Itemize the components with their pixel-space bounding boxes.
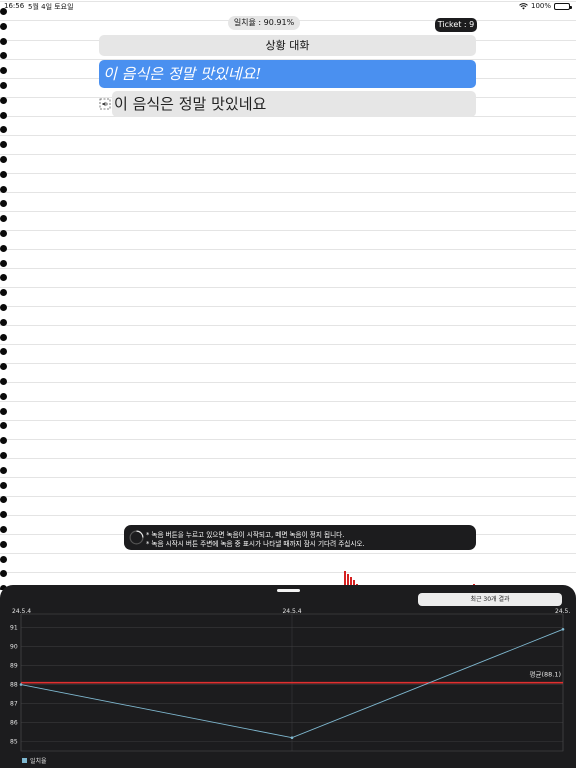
status-date: 5월 4일 토요일: [28, 3, 74, 11]
topic-title: 상황 대화: [99, 35, 476, 56]
binder-hole: [0, 200, 7, 208]
y-tick-label: 90: [10, 644, 18, 651]
status-time: 16:56: [4, 2, 25, 10]
binder-hole: [0, 437, 7, 445]
binder-hole: [0, 126, 7, 134]
data-point: [290, 736, 294, 740]
y-tick-label: 91: [10, 625, 18, 632]
status-bar: 16:56 5월 4일 토요일 100%: [0, 0, 576, 12]
binder-hole: [0, 52, 7, 60]
y-tick-label: 87: [10, 701, 18, 708]
speaker-icon[interactable]: [99, 98, 111, 110]
binder-hole: [0, 526, 7, 533]
binder-hole: [0, 82, 7, 89]
binder-hole: [0, 378, 7, 385]
y-tick-label: 89: [10, 663, 18, 670]
legend-label: 일치율: [30, 757, 47, 765]
binder-hole: [0, 185, 7, 193]
binder-hole: [0, 67, 7, 75]
notebook-paper: [0, 0, 576, 590]
recognized-answer: 이 음식은 정말 맛있네요: [112, 91, 476, 117]
binder-hole: [0, 348, 7, 356]
y-tick-label: 86: [10, 720, 18, 727]
data-point: [19, 683, 23, 686]
legend-swatch: [22, 758, 27, 763]
binder-hole: [0, 333, 7, 341]
average-label: 평균(88.1): [529, 670, 561, 679]
binder-hole: [0, 481, 7, 489]
binder-hole: [0, 37, 7, 45]
hint-line-2: * 녹음 시작시 버튼 주변에 녹음 중 표시가 나타낼 때까지 잠시 기다려 …: [146, 540, 365, 548]
binder-hole: [0, 555, 7, 563]
y-tick-label: 85: [10, 739, 18, 746]
binder-hole: [0, 111, 7, 119]
status-indicators: 100%: [519, 2, 572, 10]
wifi-icon: [519, 2, 528, 9]
binder-hole: [0, 244, 7, 252]
binder-hole: [0, 407, 7, 415]
binder-rings: [0, 0, 12, 590]
match-rate-badge: 일치율 : 90.91%: [228, 16, 300, 30]
binder-hole: [0, 392, 7, 400]
results-sheet: 최근 30개 결과 85 86 87 88 89 90 91 24.5.4 24.5.4 24.5…: [0, 585, 576, 768]
ticket-badge: Ticket : 9: [435, 18, 477, 32]
record-spinner-icon[interactable]: [128, 529, 145, 546]
binder-hole: [0, 466, 7, 474]
battery-icon: [554, 2, 572, 10]
binder-hole: [0, 156, 7, 163]
binder-hole: [0, 170, 7, 178]
binder-hole: [0, 570, 7, 578]
binder-hole: [0, 22, 7, 30]
binder-hole: [0, 289, 7, 297]
binder-hole: [0, 452, 7, 459]
binder-hole: [0, 96, 7, 104]
binder-hole: [0, 259, 7, 267]
target-sentence[interactable]: 이 음식은 정말 맛있네요!: [99, 60, 476, 88]
binder-hole: [0, 496, 7, 504]
battery-percent: 100%: [530, 2, 551, 10]
match-rate-chart: 8586878889909124.5.4 24.5.4 24.5.평균(88.1)일…: [10, 608, 570, 765]
binder-hole: [0, 274, 7, 282]
binder-hole: [0, 422, 7, 430]
y-tick-label: 88: [10, 682, 18, 689]
binder-hole: [0, 363, 7, 371]
data-point: [561, 628, 565, 631]
binder-hole: [0, 511, 7, 519]
binder-hole: [0, 540, 7, 548]
binder-hole: [0, 318, 7, 326]
binder-hole: [0, 215, 7, 223]
binder-hole: [0, 304, 7, 311]
recording-hint: * 녹음 버튼을 누르고 있으면 녹음이 시작되고, 떼면 녹음이 정지 됩니다…: [124, 525, 476, 550]
answer-row: 이 음식은 정말 맛있네요: [99, 91, 476, 117]
binder-hole: [0, 230, 7, 237]
binder-hole: [0, 141, 7, 149]
